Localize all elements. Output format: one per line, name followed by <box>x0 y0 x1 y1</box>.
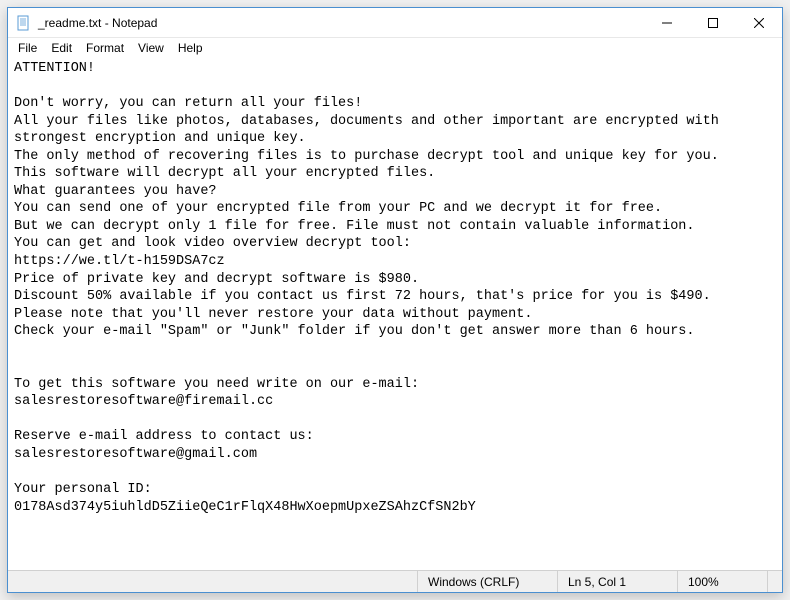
status-position: Ln 5, Col 1 <box>557 571 677 592</box>
status-pad <box>767 571 782 592</box>
notepad-icon <box>16 15 32 31</box>
statusbar: Windows (CRLF) Ln 5, Col 1 100% <box>8 570 782 592</box>
window-controls <box>644 8 782 37</box>
titlebar: _readme.txt - Notepad <box>8 8 782 38</box>
menu-file[interactable]: File <box>12 40 43 56</box>
status-zoom: 100% <box>677 571 767 592</box>
minimize-icon <box>662 18 672 28</box>
maximize-button[interactable] <box>690 8 736 37</box>
menu-help[interactable]: Help <box>172 40 209 56</box>
minimize-button[interactable] <box>644 8 690 37</box>
titlebar-left: _readme.txt - Notepad <box>8 15 157 31</box>
menu-edit[interactable]: Edit <box>45 40 78 56</box>
close-icon <box>754 18 764 28</box>
window-title: _readme.txt - Notepad <box>38 16 157 30</box>
notepad-window: _readme.txt - Notepad File Edit Format V… <box>7 7 783 593</box>
text-area[interactable]: ATTENTION! Don't worry, you can return a… <box>8 58 782 570</box>
maximize-icon <box>708 18 718 28</box>
menu-view[interactable]: View <box>132 40 170 56</box>
menubar: File Edit Format View Help <box>8 38 782 58</box>
status-encoding: Windows (CRLF) <box>417 571 557 592</box>
close-button[interactable] <box>736 8 782 37</box>
menu-format[interactable]: Format <box>80 40 130 56</box>
